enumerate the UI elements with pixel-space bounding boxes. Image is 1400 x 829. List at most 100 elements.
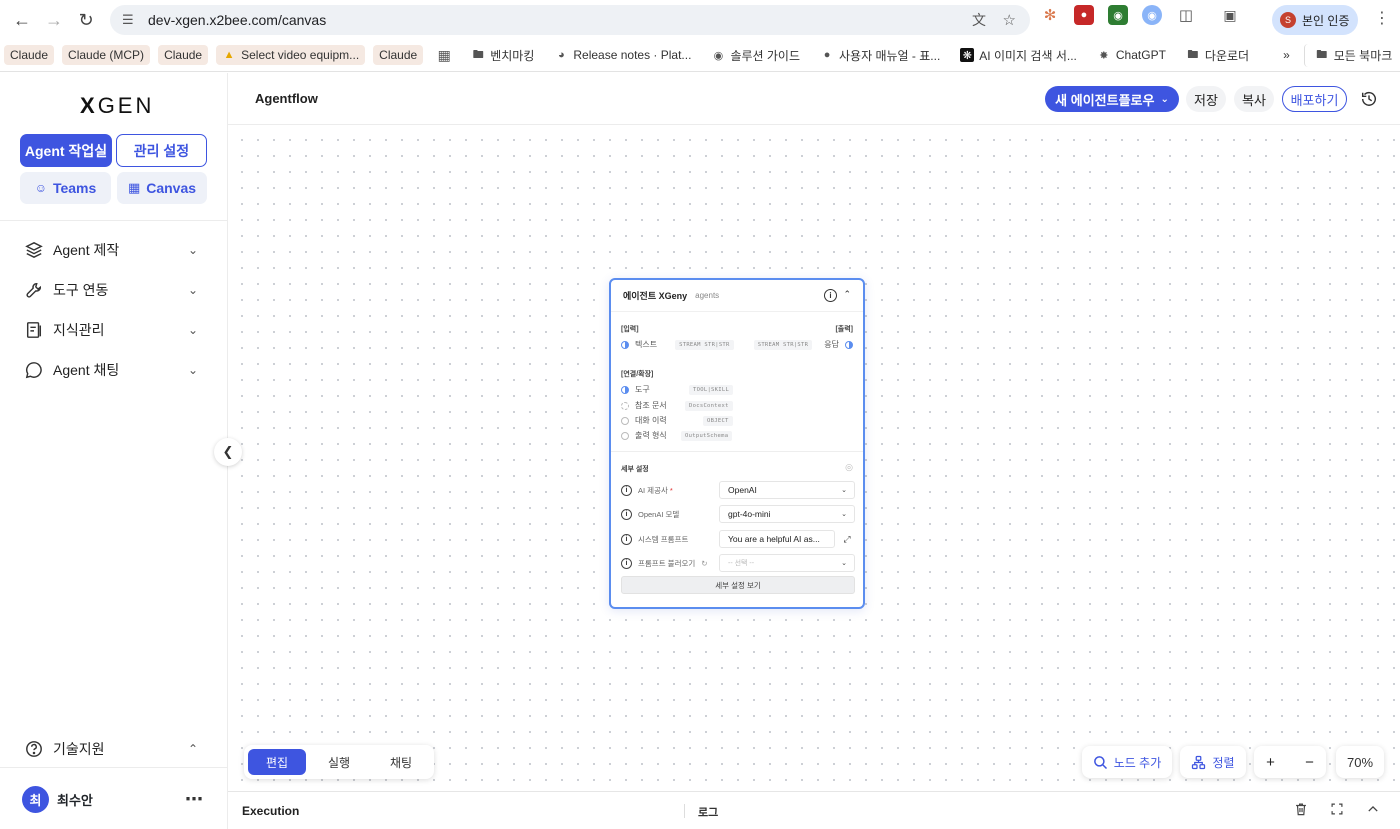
model-select[interactable]: gpt-4o-mini ⌄ xyxy=(719,505,855,523)
site-settings-icon[interactable]: ☰ xyxy=(122,12,138,28)
zoom-out-button[interactable]: − xyxy=(1305,754,1314,771)
input-port-handle[interactable] xyxy=(621,340,629,349)
info-icon[interactable]: i xyxy=(824,289,837,302)
ext-port-output-schema[interactable]: 출력 형식 OutputSchema xyxy=(621,430,733,441)
system-prompt-input[interactable]: You are a helpful AI as... xyxy=(719,530,835,548)
new-agentflow-button[interactable]: 새 에이전트플로우 ⌄ xyxy=(1045,86,1179,112)
port-handle[interactable] xyxy=(621,401,629,410)
info-icon[interactable]: i xyxy=(621,557,632,569)
reload-icon[interactable]: ↻ xyxy=(70,4,102,36)
browser-menu-icon[interactable]: ⋮ xyxy=(1374,8,1390,28)
info-icon[interactable]: i xyxy=(621,484,632,496)
chat-bubble-icon xyxy=(24,360,44,380)
chevron-up-icon[interactable] xyxy=(1366,802,1380,819)
sidebar-item-agent-create[interactable]: Agent 제작 ⌄ xyxy=(24,236,202,264)
bookmark-item[interactable]: 🖿 다운로더 xyxy=(1180,44,1255,67)
fullscreen-icon[interactable] xyxy=(1330,802,1344,819)
red-extension-icon[interactable]: ● xyxy=(1074,5,1094,25)
forward-icon[interactable]: → xyxy=(38,4,70,36)
mode-run-button[interactable]: 실행 xyxy=(310,749,368,775)
ai-provider-select[interactable]: OpenAI ⌄ xyxy=(719,481,855,499)
puzzle-extension-icon[interactable]: ◫ xyxy=(1176,5,1196,25)
teams-tab[interactable]: ☺ Teams xyxy=(20,172,111,204)
xgen-logo[interactable]: XGEN xyxy=(80,93,154,119)
select-value: gpt-4o-mini xyxy=(728,509,771,519)
green-extension-icon[interactable]: ◉ xyxy=(1108,5,1128,25)
port-handle[interactable] xyxy=(621,416,629,425)
agent-studio-tab[interactable]: Agent 작업실 xyxy=(20,134,112,167)
show-details-button[interactable]: 세부 설정 보기 xyxy=(621,576,855,594)
profile-label: 본인 인증 xyxy=(1302,13,1350,28)
field-ai-provider: i AI 제공사 * OpenAI ⌄ xyxy=(621,481,855,499)
claude-extension-icon[interactable]: ✻ xyxy=(1040,5,1060,25)
zoom-in-button[interactable]: + xyxy=(1266,754,1275,771)
bookmark-item[interactable]: ✸ ChatGPT xyxy=(1091,45,1172,65)
bookmark-label: Select video equipm... xyxy=(241,48,360,62)
chevron-down-icon: ⌄ xyxy=(187,323,198,337)
address-bar[interactable]: ☰ dev-xgen.x2bee.com/canvas 文 ☆ xyxy=(110,5,1030,35)
more-bookmarks-icon[interactable]: » xyxy=(1277,45,1296,65)
trash-icon[interactable] xyxy=(1294,802,1308,819)
all-bookmarks[interactable]: 🖿 모든 북마크 xyxy=(1303,43,1399,67)
port-handle[interactable] xyxy=(621,431,629,440)
prompt-select[interactable]: -- 선택 -- ⌄ xyxy=(719,554,855,572)
bookmark-item[interactable]: ▲ Select video equipm... xyxy=(216,45,366,65)
chevron-up-icon[interactable]: ⌃ xyxy=(843,289,851,300)
ext-port-tool[interactable]: 도구 TOOL|SKILL xyxy=(621,384,734,395)
node-header[interactable]: 에이전트 XGeny agents i ⌃ xyxy=(611,280,863,312)
settings-toggle-icon[interactable]: ◎ xyxy=(845,462,853,473)
bookmark-star-icon[interactable]: ☆ xyxy=(1003,11,1016,29)
folder-icon: 🖿 xyxy=(1316,48,1328,61)
profile-button[interactable]: S 본인 인증 xyxy=(1272,5,1358,35)
user-profile[interactable]: 최 최수안 ⋯ xyxy=(22,785,208,813)
copy-button[interactable]: 복사 xyxy=(1234,86,1274,112)
deploy-button[interactable]: 배포하기 xyxy=(1282,86,1347,112)
bookmark-item[interactable]: Claude xyxy=(158,45,209,65)
bookmark-item[interactable]: ◉ 솔루션 가이드 xyxy=(705,44,806,67)
ext-port-docs[interactable]: 참조 문서 DocsContext xyxy=(621,400,733,411)
sidebar-item-support[interactable]: 기술지원 ⌃ xyxy=(24,735,202,763)
bookmark-item[interactable]: Claude xyxy=(373,45,424,65)
log-title: 로그 xyxy=(698,807,719,819)
add-node-button[interactable]: 노드 추가 xyxy=(1082,746,1172,778)
info-icon[interactable]: i xyxy=(621,508,632,520)
save-button[interactable]: 저장 xyxy=(1186,86,1226,112)
mode-chat-button[interactable]: 채팅 xyxy=(372,749,430,775)
flow-canvas[interactable]: 에이전트 XGeny agents i ⌃ [입력] [출력] 텍스트 STRE… xyxy=(228,126,1400,790)
field-label: AI 제공사 xyxy=(638,485,668,495)
history-icon[interactable] xyxy=(1355,86,1383,112)
refresh-icon[interactable]: ↻ xyxy=(701,559,707,568)
sidebar-item-knowledge[interactable]: 지식관리 ⌄ xyxy=(24,316,202,344)
collapse-sidebar-button[interactable]: ❮ xyxy=(214,438,242,466)
sidebar-item-tool-integration[interactable]: 도구 연동 ⌄ xyxy=(24,276,202,304)
lens-extension-icon[interactable]: ◉ xyxy=(1142,5,1162,25)
info-icon[interactable]: i xyxy=(621,533,632,545)
ext-port-history[interactable]: 대화 이력 OBJECT xyxy=(621,415,733,426)
output-port-handle[interactable] xyxy=(845,340,853,349)
bookmark-item[interactable]: ❋ AI 이미지 검색 서... xyxy=(954,44,1083,67)
output-port-response[interactable]: STREAM STR|STR 응답 xyxy=(753,339,853,350)
input-value: You are a helpful AI as... xyxy=(728,534,820,544)
more-options-icon[interactable]: ⋯ xyxy=(185,789,204,810)
input-port-text[interactable]: 텍스트 STREAM STR|STR xyxy=(621,339,734,350)
arrange-button[interactable]: 정렬 xyxy=(1180,746,1246,778)
admin-settings-tab[interactable]: 관리 설정 xyxy=(116,134,207,167)
apps-grid-icon[interactable]: ▦ xyxy=(431,45,457,65)
mode-edit-button[interactable]: 편집 xyxy=(248,749,306,775)
translate-icon[interactable]: 文 xyxy=(972,10,986,30)
bookmark-item[interactable]: Claude (MCP) xyxy=(62,45,151,65)
port-handle[interactable] xyxy=(621,385,629,394)
back-icon[interactable]: ← xyxy=(6,4,38,36)
sidebar-item-label: 도구 연동 xyxy=(53,282,109,298)
bookmark-item[interactable]: ● 사용자 매뉴얼 - 표... xyxy=(814,44,946,67)
bookmark-item[interactable]: 🖿 벤치마킹 xyxy=(465,44,540,67)
screen-capture-icon[interactable]: ▣ xyxy=(1220,5,1240,25)
agent-node[interactable]: 에이전트 XGeny agents i ⌃ [입력] [출력] 텍스트 STRE… xyxy=(609,278,865,609)
bookmark-item[interactable]: Claude xyxy=(4,45,55,65)
expand-icon[interactable]: ⤢ xyxy=(839,530,855,548)
canvas-tab[interactable]: ▦ Canvas xyxy=(117,172,207,204)
sidebar-item-label: Agent 제작 xyxy=(53,242,120,258)
sidebar-item-agent-chat[interactable]: Agent 채팅 ⌄ xyxy=(24,356,202,384)
bookmark-item[interactable]: ◕ Release notes · Plat... xyxy=(548,45,697,65)
bookmark-label: Claude xyxy=(164,48,203,62)
